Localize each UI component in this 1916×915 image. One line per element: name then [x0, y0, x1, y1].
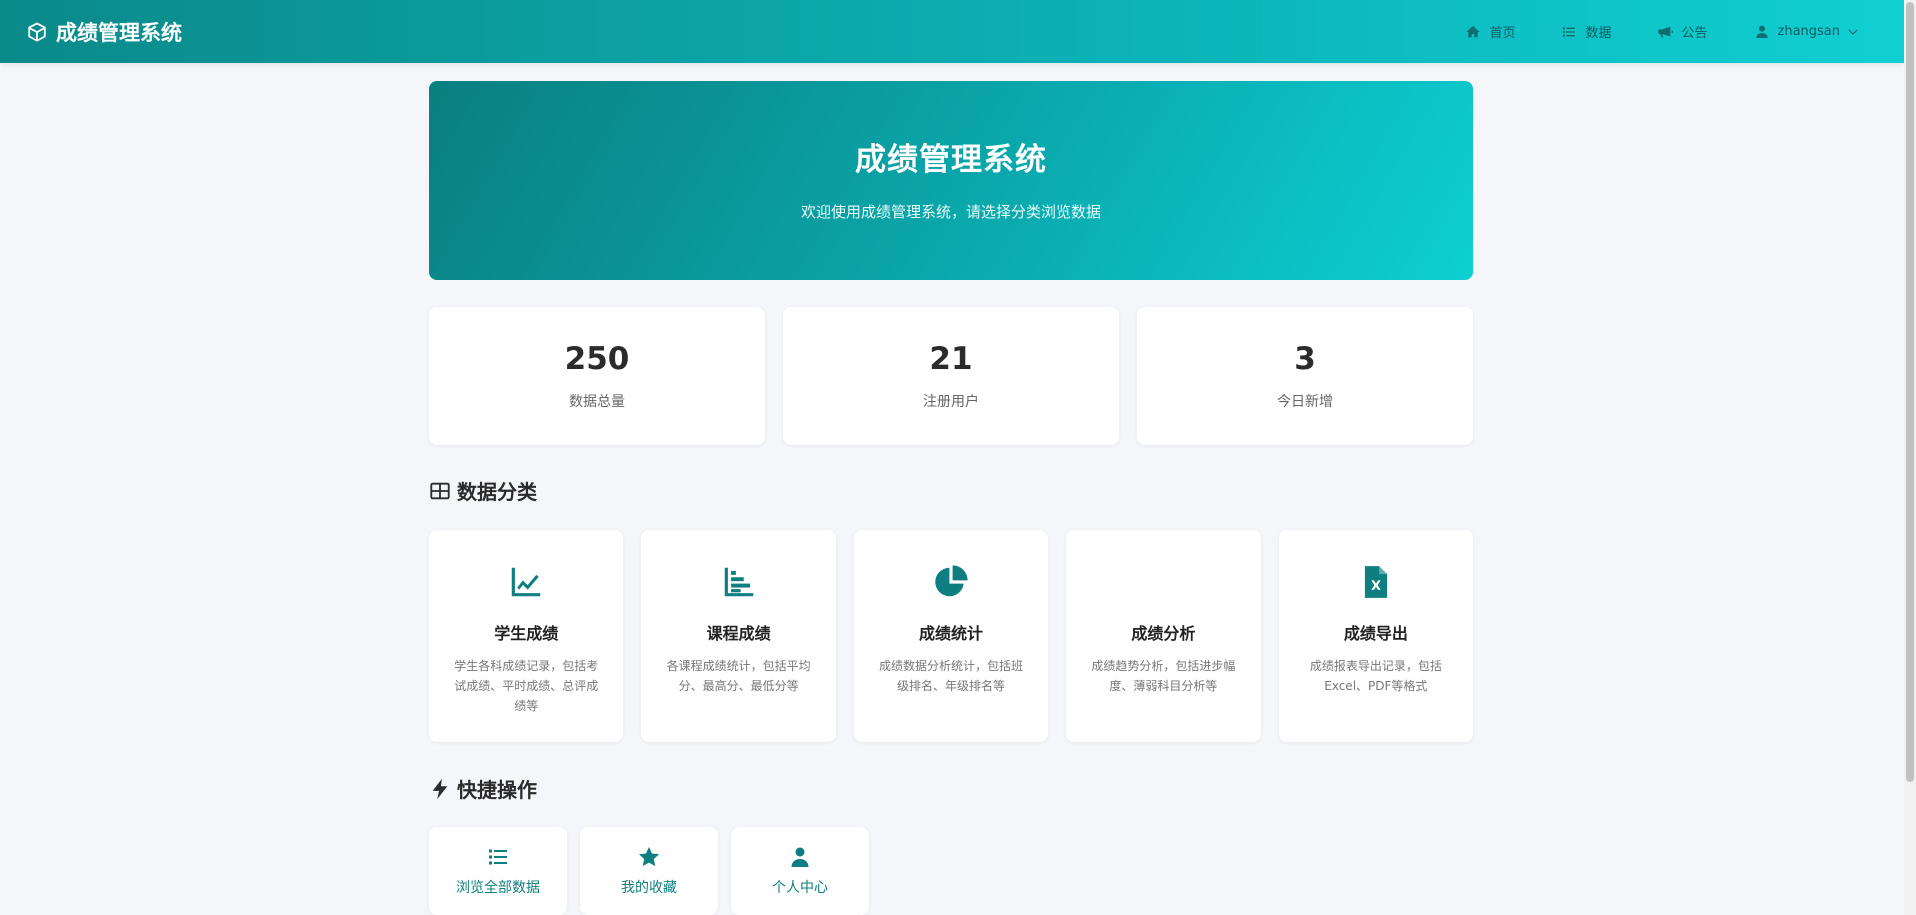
stat-card-users: 21 注册用户 [783, 307, 1119, 445]
nav-home[interactable]: 首页 [1465, 22, 1515, 41]
section-title-text: 快捷操作 [457, 778, 537, 802]
stat-label: 今日新增 [1277, 394, 1333, 410]
missing-icon [1143, 562, 1183, 602]
quick-browse-all-button[interactable]: 浏览全部数据 [429, 827, 567, 915]
stat-label: 数据总量 [569, 394, 625, 410]
category-title: 学生成绩 [494, 624, 559, 643]
category-list: 学生成绩 学生各科成绩记录，包括考试成绩、平时成绩、总评成绩等 课程成绩 各课程… [429, 530, 1474, 742]
quick-action-label: 个人中心 [772, 880, 828, 896]
stat-value: 3 [1294, 341, 1316, 377]
list-icon [1563, 26, 1576, 37]
stat-card-today: 3 今日新增 [1137, 307, 1473, 445]
category-desc: 各课程成绩统计，包括平均分、最高分、最低分等 [666, 659, 811, 693]
nav-user-menu[interactable]: zhangsan [1754, 24, 1859, 40]
stat-value: 250 [564, 341, 630, 377]
hero-subtitle: 欢迎使用成绩管理系统，请选择分类浏览数据 [800, 202, 1101, 221]
nav-data-label: 数据 [1585, 26, 1612, 41]
category-card-student-scores[interactable]: 学生成绩 学生各科成绩记录，包括考试成绩、平时成绩、总评成绩等 [429, 530, 624, 742]
quick-action-label: 我的收藏 [621, 880, 677, 896]
category-desc: 成绩数据分析统计，包括班级排名、年级排名等 [879, 659, 1024, 693]
quick-profile-button[interactable]: 个人中心 [731, 827, 869, 915]
grid-icon [430, 482, 450, 499]
stat-card-total: 250 数据总量 [429, 307, 765, 445]
category-title: 成绩导出 [1343, 624, 1408, 643]
nav-home-label: 首页 [1489, 26, 1516, 41]
brand-title: 成绩管理系统 [56, 20, 182, 45]
category-card-score-export[interactable]: 成绩导出 成绩报表导出记录，包括Excel、PDF等格式 [1278, 530, 1474, 742]
category-title: 成绩统计 [919, 624, 984, 643]
section-title-text: 数据分类 [457, 480, 537, 504]
category-card-score-statistics[interactable]: 成绩统计 成绩数据分析统计，包括班级排名、年级排名等 [853, 530, 1049, 742]
hero-banner: 成绩管理系统 欢迎使用成绩管理系统，请选择分类浏览数据 [429, 81, 1473, 280]
category-card-score-analysis[interactable]: 成绩分析 成绩趋势分析，包括进步幅度、薄弱科目分析等 [1066, 530, 1261, 742]
bolt-icon [432, 778, 448, 799]
hero-title: 成绩管理系统 [855, 141, 1047, 178]
top-navbar: 成绩管理系统 首页 数据 公告 zhangsan [0, 0, 1904, 63]
nav-data[interactable]: 数据 [1561, 22, 1611, 41]
nav-links: 首页 数据 公告 zhangsan [1465, 0, 1858, 63]
chevron-down-icon [1848, 29, 1858, 35]
stat-value: 21 [929, 341, 973, 377]
quick-actions: 浏览全部数据 我的收藏 个人中心 [429, 827, 1473, 915]
scrollbar[interactable] [1904, 0, 1916, 915]
nav-username: zhangsan [1777, 24, 1841, 39]
list-icon [489, 849, 507, 865]
star-icon [639, 847, 659, 867]
nav-announcement-label: 公告 [1681, 26, 1708, 41]
category-card-course-scores[interactable]: 课程成绩 各课程成绩统计，包括平均分、最高分、最低分等 [641, 530, 836, 742]
nav-announcement[interactable]: 公告 [1657, 22, 1708, 41]
bar-chart-icon [719, 562, 759, 602]
quick-favorites-button[interactable]: 我的收藏 [580, 827, 718, 915]
brand[interactable]: 成绩管理系统 [26, 0, 182, 63]
cube-icon [28, 21, 46, 42]
user-icon [791, 847, 809, 867]
quick-action-label: 浏览全部数据 [456, 880, 540, 896]
category-desc: 成绩报表导出记录，包括Excel、PDF等格式 [1309, 659, 1442, 693]
bullhorn-icon [1658, 26, 1674, 37]
stats-row: 250 数据总量 21 注册用户 3 今日新增 [429, 307, 1473, 445]
stat-label: 注册用户 [923, 394, 979, 410]
category-title: 课程成绩 [706, 624, 771, 643]
pie-chart-icon [931, 562, 971, 602]
excel-file-icon [1356, 562, 1396, 602]
line-chart-icon [506, 562, 546, 602]
home-icon [1466, 25, 1481, 37]
user-icon [1755, 25, 1768, 38]
categories-section-title: 数据分类 [429, 476, 1473, 505]
category-desc: 成绩趋势分析，包括进步幅度、薄弱科目分析等 [1091, 659, 1236, 693]
scrollbar-thumb[interactable] [1906, 2, 1914, 782]
main-content: 成绩管理系统 欢迎使用成绩管理系统，请选择分类浏览数据 250 数据总量 21 … [429, 81, 1474, 915]
category-title: 成绩分析 [1131, 624, 1196, 643]
quick-actions-section-title: 快捷操作 [429, 774, 1473, 803]
category-desc: 学生各科成绩记录，包括考试成绩、平时成绩、总评成绩等 [454, 659, 599, 713]
